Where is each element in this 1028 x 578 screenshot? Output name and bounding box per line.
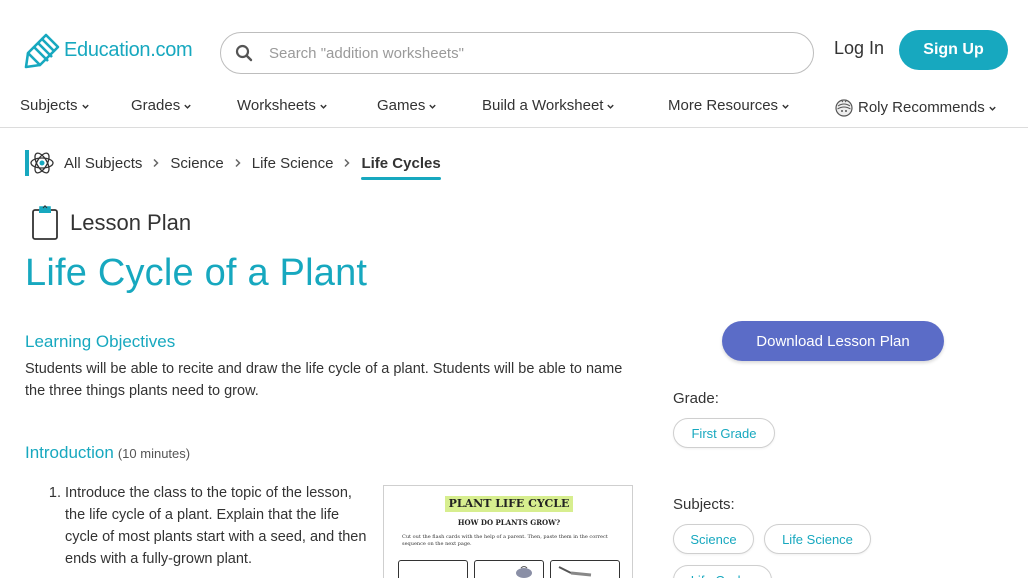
subject-tag-science[interactable]: Science (673, 524, 754, 554)
clipboard-icon (32, 205, 58, 240)
chevron-down-icon (320, 104, 327, 109)
breadcrumb: All Subjects Science Life Science Life C… (24, 148, 441, 180)
worksheet-preview[interactable]: PLANT LIFE CYCLE HOW DO PLANTS GROW? Cut… (383, 485, 633, 578)
nav-item-worksheets[interactable]: Worksheets (237, 97, 328, 114)
breadcrumb-link-life-science[interactable]: Life Science (252, 155, 334, 172)
chevron-down-icon (184, 104, 191, 109)
objectives-heading: Learning Objectives (25, 332, 176, 351)
nav-item-grades[interactable]: Grades (131, 97, 192, 114)
logo-text: Education.com (64, 38, 193, 61)
chevron-right-icon (153, 158, 159, 168)
site-header: Education.com Log In Sign Up (0, 0, 1028, 92)
nav-item-label: Build a Worksheet (482, 97, 604, 114)
chevron-down-icon (429, 104, 437, 109)
breadcrumb-link-all-subjects[interactable]: All Subjects (64, 155, 142, 172)
introduction-header: Introduction (10 minutes) (25, 443, 190, 463)
nav-item-label: Grades (131, 97, 181, 114)
resource-type-label: Lesson Plan (70, 210, 192, 235)
seedling-icon (516, 566, 532, 578)
nav-item-build-a-worksheet[interactable]: Build a Worksheet (482, 97, 615, 114)
download-lesson-plan-button[interactable]: Download Lesson Plan (722, 321, 944, 361)
subject-tag-life-science[interactable]: Life Science (764, 524, 871, 554)
search-input[interactable] (269, 44, 769, 62)
subjects-label: Subjects: (673, 496, 735, 513)
nav-item-label: Worksheets (237, 97, 316, 114)
subject-tag-life-cycles[interactable]: Life Cycles (673, 565, 772, 578)
worksheet-instructions: Cut out the flash cards with the help of… (402, 534, 608, 547)
nav-item-more-resources[interactable]: More Resources (668, 97, 790, 114)
nav-item-label: More Resources (668, 97, 779, 114)
signup-button[interactable]: Sign Up (899, 30, 1008, 70)
chevron-down-icon (81, 104, 89, 109)
site-logo[interactable]: Education.com (24, 30, 193, 70)
breadcrumb-current-life-cycles[interactable]: Life Cycles (361, 155, 441, 180)
nav-item-label: Roly Recommends (858, 98, 985, 116)
grade-label: Grade: (673, 390, 719, 407)
breadcrumb-link-science[interactable]: Science (170, 155, 223, 172)
introduction-heading: Introduction (25, 443, 114, 462)
worksheet-card (398, 560, 468, 578)
search-bar[interactable] (220, 32, 814, 74)
chevron-down-icon (989, 106, 996, 111)
page-title: Life Cycle of a Plant (25, 252, 368, 294)
chevron-down-icon (782, 104, 789, 109)
pencil-logo-icon (24, 33, 60, 69)
worksheet-card (474, 560, 544, 578)
chevron-right-icon (235, 158, 241, 168)
introduction-duration: (10 minutes) (117, 446, 191, 461)
introduction-steps: Introduce the class to the topic of the … (25, 482, 370, 570)
main-nav: Subjects Grades Worksheets Games Build a… (0, 92, 1028, 128)
roly-mascot-icon (835, 99, 853, 117)
nav-item-roly-recommends[interactable]: Roly Recommends (834, 97, 997, 117)
worksheet-title: PLANT LIFE CYCLE (445, 496, 573, 512)
nav-item-games[interactable]: Games (377, 97, 437, 114)
nav-item-label: Subjects (20, 97, 78, 114)
grade-tag-first-grade[interactable]: First Grade (673, 418, 775, 448)
worksheet-subtitle: HOW DO PLANTS GROW? (457, 518, 561, 527)
resource-type: Lesson Plan (30, 205, 191, 241)
search-icon[interactable] (235, 44, 253, 62)
shovel-icon (558, 566, 592, 577)
chevron-right-icon (344, 158, 351, 168)
nav-item-subjects[interactable]: Subjects (20, 97, 90, 114)
objectives-text: Students will be able to recite and draw… (25, 361, 623, 399)
login-link[interactable]: Log In (834, 38, 884, 59)
science-atom-icon (25, 150, 54, 176)
worksheet-card (550, 560, 620, 578)
chevron-down-icon (607, 104, 615, 109)
nav-item-label: Games (377, 97, 426, 114)
list-item: Introduce the class to the topic of the … (65, 482, 370, 570)
